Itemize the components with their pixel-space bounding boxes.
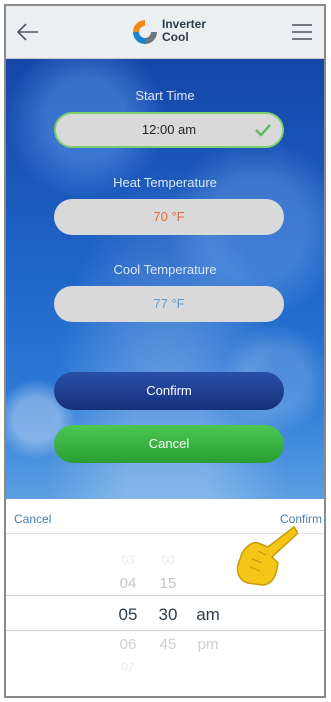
minute-option-selected: 30 <box>158 605 178 624</box>
cool-temperature-value: 77 °F <box>153 296 185 311</box>
ampm-wheel[interactable]: am pm <box>190 533 226 696</box>
time-picker-sheet: Cancel Confirm 03 04 05 06 07 00 15 30 4… <box>6 499 324 696</box>
ampm-option: pm <box>197 636 219 653</box>
hour-wheel[interactable]: 03 04 05 06 07 <box>110 533 146 696</box>
minute-option: 00 <box>161 553 175 567</box>
arrow-left-icon <box>16 23 38 41</box>
logo-text: Inverter Cool <box>162 18 206 44</box>
hamburger-icon <box>292 24 312 40</box>
minute-option: 45 <box>159 636 177 653</box>
cancel-button[interactable]: Cancel <box>54 425 284 463</box>
heat-temperature-label: Heat Temperature <box>113 175 217 190</box>
menu-button[interactable] <box>290 21 314 43</box>
minute-option: 15 <box>159 575 177 592</box>
logo-line-2: Cool <box>162 30 189 44</box>
ampm-option-selected: am <box>196 605 220 624</box>
inverter-cool-logo-icon <box>133 20 157 44</box>
heat-temperature-field[interactable]: 70 °F <box>54 199 284 235</box>
pointing-hand-icon <box>236 525 298 586</box>
check-icon <box>255 124 271 137</box>
back-button[interactable] <box>14 20 42 44</box>
app-logo: Inverter Cool <box>130 15 220 49</box>
confirm-button[interactable]: Confirm <box>54 372 284 410</box>
app-header: Inverter Cool <box>6 6 324 59</box>
schedule-form-area: Start Time 12:00 am Heat Temperature 70 … <box>6 59 324 499</box>
hour-option: 04 <box>119 575 137 592</box>
start-time-label: Start Time <box>135 88 195 103</box>
start-time-field[interactable]: 12:00 am <box>54 112 284 148</box>
picker-cancel-button[interactable]: Cancel <box>14 512 51 526</box>
hour-option: 07 <box>121 660 135 674</box>
phone-frame: Inverter Cool Start Time 12:00 am Heat T… <box>4 4 326 698</box>
hour-option: 03 <box>121 553 135 567</box>
start-time-value: 12:00 am <box>141 122 197 137</box>
cool-temperature-field[interactable]: 77 °F <box>54 286 284 322</box>
cool-temperature-label: Cool Temperature <box>113 262 217 277</box>
heat-temperature-value: 70 °F <box>153 209 185 224</box>
hour-option-selected: 05 <box>118 605 138 624</box>
hour-option: 06 <box>119 636 137 653</box>
minute-wheel[interactable]: 00 15 30 45 <box>150 533 186 696</box>
